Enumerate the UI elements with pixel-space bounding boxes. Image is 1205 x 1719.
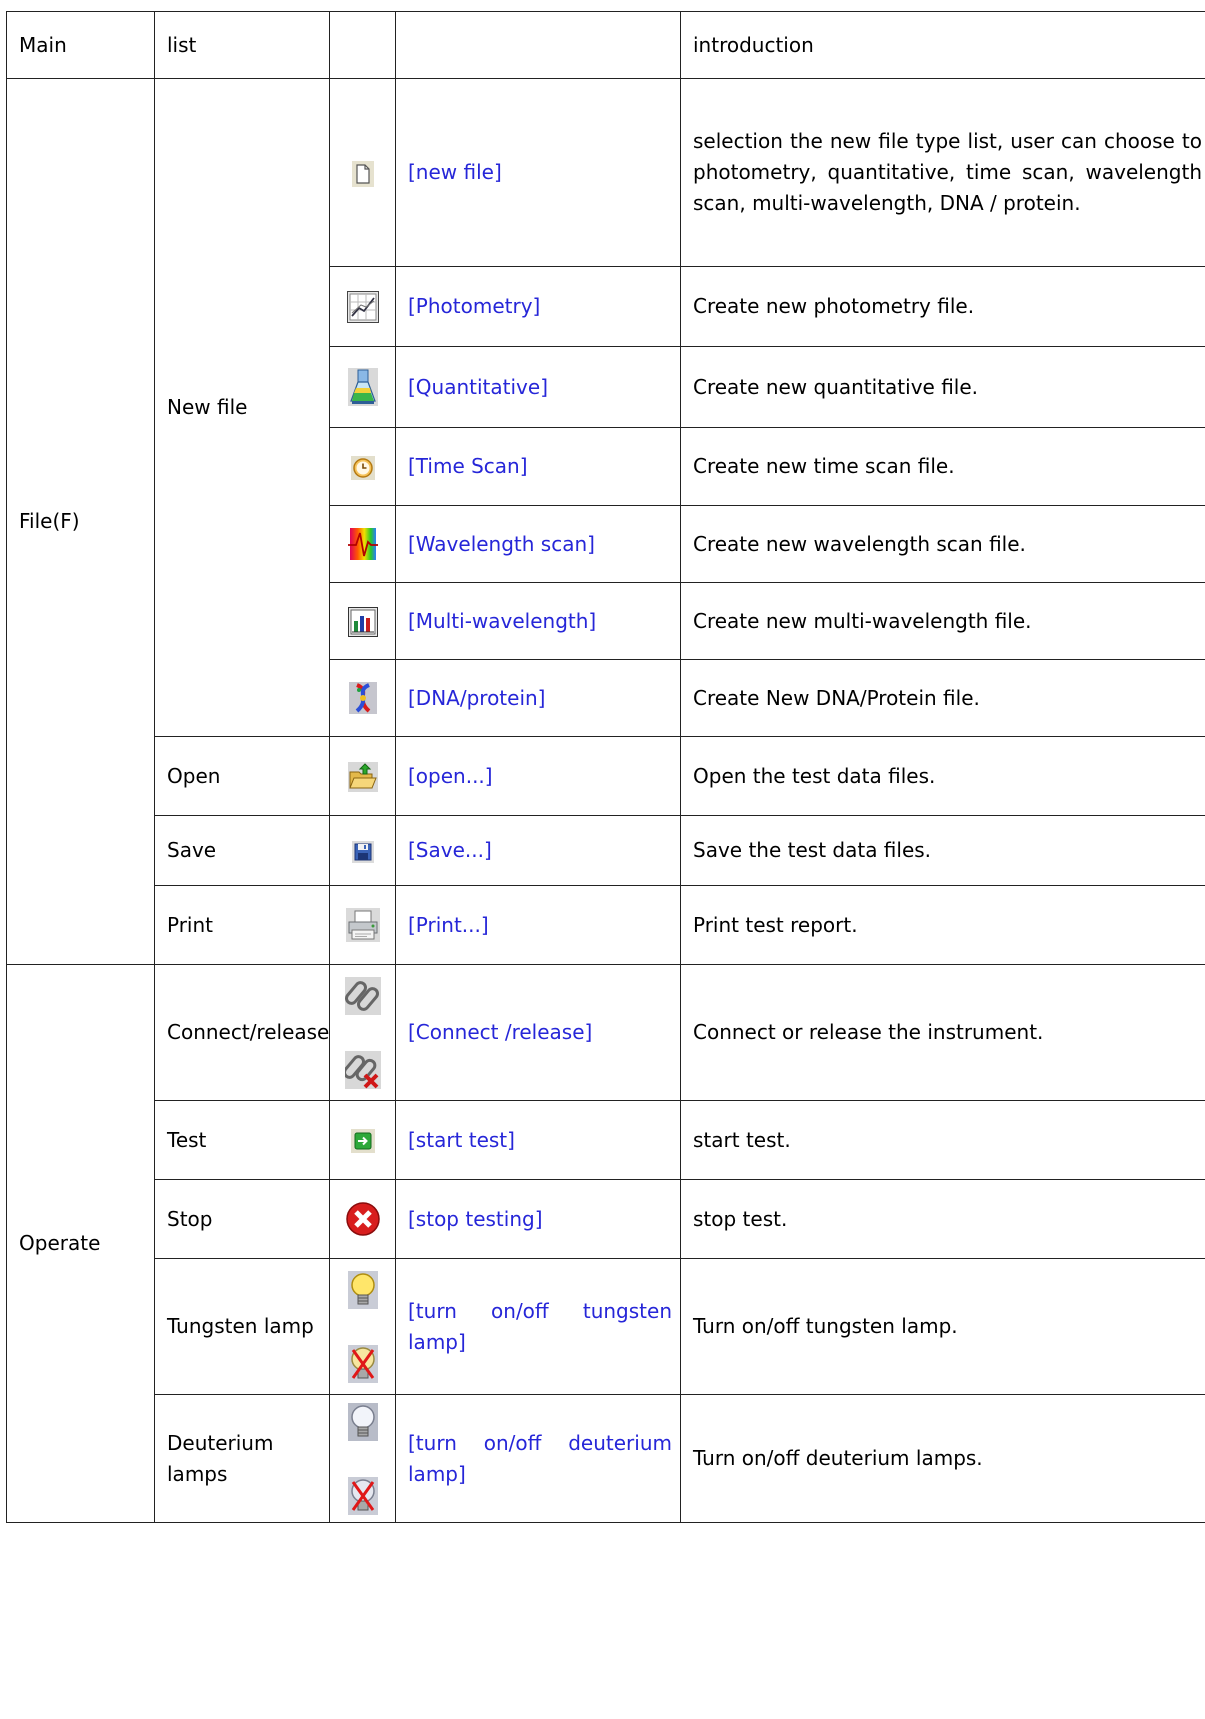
dna-icon[interactable] [348, 682, 377, 715]
header-main: Main [6, 11, 155, 79]
intro-save: Save the test data files. [680, 815, 1205, 886]
list-stop: Stop [154, 1179, 330, 1259]
tungsten-bulb-on-icon[interactable] [347, 1270, 378, 1309]
intro-new-file: selection the new file type list, user c… [680, 78, 1205, 267]
intro-time-scan: Create new time scan file. [680, 427, 1205, 506]
menu-link-photometry[interactable]: [Photometry] [395, 266, 681, 347]
floppy-disk-icon[interactable] [351, 840, 374, 863]
menu-link-open[interactable]: [open...] [395, 736, 681, 816]
list-open: Open [154, 736, 330, 816]
link-connect-icon[interactable] [344, 976, 381, 1015]
menu-link-deuterium-lamp[interactable]: [turn on/off deuterium lamp] [395, 1394, 681, 1523]
menu-link-save[interactable]: [Save...] [395, 815, 681, 886]
intro-tungsten-lamp: Turn on/off tungsten lamp. [680, 1258, 1205, 1395]
menu-link-wavelength-scan[interactable]: [Wavelength scan] [395, 505, 681, 583]
menu-link-start-test[interactable]: [start test] [395, 1100, 681, 1180]
intro-stop-testing: stop test. [680, 1179, 1205, 1259]
main-file: File(F) [6, 78, 155, 965]
table-row: Operate Connect/release [Connect /releas… [6, 964, 1205, 1523]
stop-icon[interactable] [345, 1201, 381, 1237]
intro-quantitative: Create new quantitative file. [680, 346, 1205, 428]
clock-icon[interactable] [350, 455, 375, 480]
table-row: Tungsten lamp [turn on/off tungsten lamp… [7, 1258, 1205, 1395]
header-icon-blank [329, 11, 396, 79]
intro-print: Print test report. [680, 885, 1205, 965]
intro-multi-wavelength: Create new multi-wavelength file. [680, 582, 1205, 660]
menu-link-quantitative[interactable]: [Quantitative] [395, 346, 681, 428]
header-list: list [154, 11, 330, 79]
menu-link-multi-wavelength[interactable]: [Multi-wavelength] [395, 582, 681, 660]
header-blank [395, 11, 681, 79]
table-row: Open [open...] Open the test data files. [7, 736, 1205, 816]
open-folder-icon[interactable] [347, 761, 378, 792]
table-row: Save [Save...] Save the test data files. [7, 815, 1205, 886]
deuterium-bulb-off-icon[interactable] [347, 1476, 378, 1515]
menu-link-tungsten-lamp[interactable]: [turn on/off tungsten lamp] [395, 1258, 681, 1395]
intro-photometry: Create new photometry file. [680, 266, 1205, 347]
list-connect-release: Connect/release [154, 964, 330, 1101]
link-release-icon[interactable] [344, 1050, 381, 1089]
intro-open: Open the test data files. [680, 736, 1205, 816]
intro-deuterium-lamps: Turn on/off deuterium lamps. [680, 1394, 1205, 1523]
list-test: Test [154, 1100, 330, 1180]
tungsten-bulb-off-icon[interactable] [347, 1344, 378, 1383]
list-deuterium-lamps: Deuterium lamps [154, 1394, 330, 1523]
menu-link-print[interactable]: [Print...] [395, 885, 681, 965]
table-row: Test [start test] start test. [7, 1100, 1205, 1180]
list-print: Print [154, 885, 330, 965]
photometry-chart-icon[interactable] [346, 290, 379, 323]
printer-icon[interactable] [345, 908, 380, 942]
table-header-row: Main list introduction [6, 11, 1205, 79]
intro-dna-protein: Create New DNA/Protein file. [680, 659, 1205, 737]
list-tungsten-lamp: Tungsten lamp [154, 1258, 330, 1395]
menu-reference-table: Main list introduction File(F) New file … [6, 11, 1205, 1523]
list-save: Save [154, 815, 330, 886]
start-arrow-icon[interactable] [350, 1129, 375, 1153]
table-row: File(F) New file [new file] selection th… [6, 78, 1205, 965]
deuterium-bulb-on-icon[interactable] [347, 1402, 378, 1441]
blank-document-icon[interactable] [351, 160, 374, 187]
table-row: Deuterium lamps [turn on/off deuterium l… [7, 1394, 1205, 1523]
intro-start-test: start test. [680, 1100, 1205, 1180]
table-row: Print [Print...] Print test report. [7, 885, 1205, 965]
menu-link-stop-testing[interactable]: [stop testing] [395, 1179, 681, 1259]
intro-connect-release: Connect or release the instrument. [680, 964, 1205, 1101]
menu-link-new-file[interactable]: [new file] [395, 78, 681, 267]
menu-link-connect-release[interactable]: [Connect /release] [395, 964, 681, 1101]
menu-link-time-scan[interactable]: [Time Scan] [395, 427, 681, 506]
bar-chart-icon[interactable] [347, 606, 378, 637]
main-operate: Operate [6, 964, 155, 1523]
table-row: Stop [stop testing] stop test. [7, 1179, 1205, 1259]
list-new-file: New file [154, 78, 330, 737]
intro-wavelength-scan: Create new wavelength scan file. [680, 505, 1205, 583]
menu-link-dna-protein[interactable]: [DNA/protein] [395, 659, 681, 737]
spectrum-wave-icon[interactable] [347, 528, 378, 561]
flask-icon[interactable] [347, 368, 378, 406]
header-introduction: introduction [680, 11, 1205, 79]
